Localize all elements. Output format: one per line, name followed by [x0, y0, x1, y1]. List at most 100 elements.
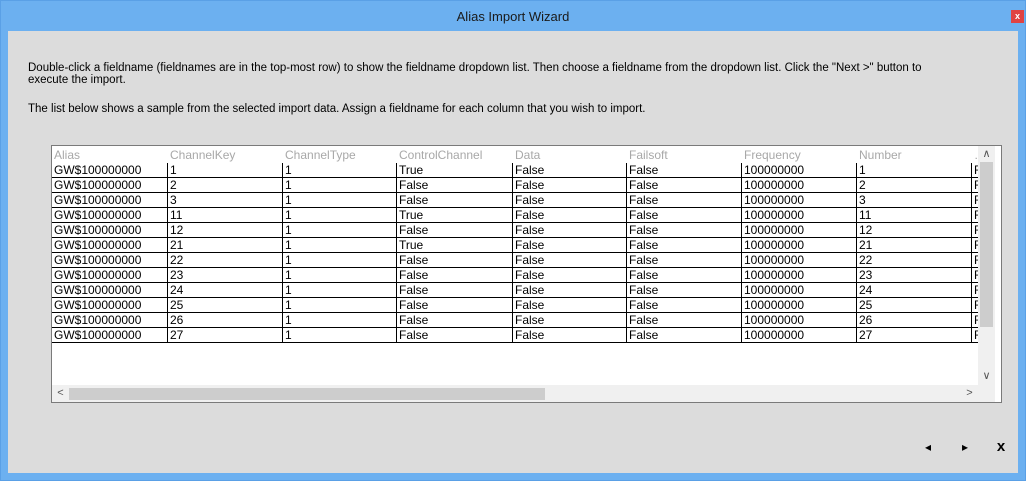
- table-cell: False: [627, 208, 742, 223]
- column-header[interactable]: ControlChannel: [397, 148, 513, 163]
- column-header[interactable]: Frequency: [742, 148, 857, 163]
- table-cell: 23: [857, 268, 972, 283]
- scrollbar-corner: [978, 385, 995, 402]
- table-cell: 2: [168, 178, 283, 193]
- table-cell: False: [513, 313, 627, 328]
- table-cell: 25: [857, 298, 972, 313]
- scroll-left-icon[interactable]: <: [52, 385, 69, 401]
- close-icon[interactable]: x: [1011, 10, 1024, 23]
- column-header[interactable]: Failsoft: [627, 148, 742, 163]
- table-cell: False: [627, 163, 742, 178]
- table-cell: False: [397, 178, 513, 193]
- scroll-right-icon[interactable]: >: [961, 385, 978, 401]
- table-cell: GW$100000000: [52, 253, 168, 268]
- table-cell: 25: [168, 298, 283, 313]
- table-cell: False: [397, 193, 513, 208]
- vertical-scroll-thumb[interactable]: [980, 162, 993, 327]
- back-button[interactable]: ◂: [918, 437, 938, 457]
- table-cell: 100000000: [742, 283, 857, 298]
- table-cell: True: [397, 208, 513, 223]
- table-cell: 1: [283, 163, 397, 178]
- table-cell: False: [513, 193, 627, 208]
- table-cell: 1: [283, 208, 397, 223]
- column-header[interactable]: ChannelKey: [168, 148, 283, 163]
- table-cell: True: [397, 163, 513, 178]
- table-cell: False: [627, 253, 742, 268]
- vertical-scrollbar[interactable]: ∧ ∨: [978, 146, 995, 385]
- table-cell: False: [513, 238, 627, 253]
- table-cell: False: [513, 223, 627, 238]
- table-cell: 12: [857, 223, 972, 238]
- table-cell: 21: [168, 238, 283, 253]
- table-cell: False: [513, 298, 627, 313]
- alias-import-wizard-window: Alias Import Wizard x Double-click a fie…: [0, 0, 1026, 481]
- table-cell: False: [627, 238, 742, 253]
- table-cell: 100000000: [742, 328, 857, 343]
- table-cell: 12: [168, 223, 283, 238]
- table-cell: 100000000: [742, 163, 857, 178]
- table-cell: 1: [283, 178, 397, 193]
- table-cell: GW$100000000: [52, 223, 168, 238]
- table-cell: True: [397, 238, 513, 253]
- table-cell: False: [397, 253, 513, 268]
- next-button[interactable]: ▸: [955, 437, 975, 457]
- table-cell: False: [627, 178, 742, 193]
- table-cell: False: [513, 163, 627, 178]
- table-cell: 100000000: [742, 178, 857, 193]
- table-cell: 1: [283, 283, 397, 298]
- table-cell: False: [627, 283, 742, 298]
- horizontal-scrollbar[interactable]: < >: [52, 385, 978, 402]
- table-cell: 26: [857, 313, 972, 328]
- column-header[interactable]: ChannelType: [283, 148, 397, 163]
- scroll-down-icon[interactable]: ∨: [978, 368, 995, 384]
- table-cell: 1: [283, 313, 397, 328]
- table-cell: 26: [168, 313, 283, 328]
- instruction-text-2: The list below shows a sample from the s…: [28, 103, 646, 115]
- column-header[interactable]: Alias: [52, 148, 168, 163]
- table-cell: 27: [857, 328, 972, 343]
- table-cell: 1: [283, 238, 397, 253]
- scroll-up-icon[interactable]: ∧: [978, 146, 995, 162]
- table-cell: 21: [857, 238, 972, 253]
- table-cell: 1: [283, 268, 397, 283]
- table-cell: 1: [283, 223, 397, 238]
- table-cell: False: [397, 298, 513, 313]
- cancel-button[interactable]: x: [991, 437, 1011, 457]
- table-cell: 1: [283, 193, 397, 208]
- table-cell: 1: [168, 163, 283, 178]
- column-header[interactable]: Number: [857, 148, 972, 163]
- table-cell: False: [627, 268, 742, 283]
- table-cell: False: [627, 223, 742, 238]
- table-cell: 24: [168, 283, 283, 298]
- table-cell: GW$100000000: [52, 238, 168, 253]
- table-cell: False: [513, 253, 627, 268]
- table-cell: GW$100000000: [52, 163, 168, 178]
- table-cell: False: [627, 298, 742, 313]
- table-cell: False: [397, 313, 513, 328]
- table-cell: 100000000: [742, 298, 857, 313]
- horizontal-scroll-thumb[interactable]: [69, 388, 545, 400]
- table-cell: 100000000: [742, 268, 857, 283]
- table-cell: GW$100000000: [52, 193, 168, 208]
- column-header[interactable]: Data: [513, 148, 627, 163]
- table-cell: GW$100000000: [52, 178, 168, 193]
- table-cell: 1: [283, 328, 397, 343]
- table-cell: False: [627, 328, 742, 343]
- table-cell: GW$100000000: [52, 283, 168, 298]
- table-cell: 100000000: [742, 208, 857, 223]
- table-cell: False: [397, 328, 513, 343]
- table-cell: 100000000: [742, 253, 857, 268]
- table-cell: 11: [168, 208, 283, 223]
- table-cell: False: [513, 283, 627, 298]
- window-title: Alias Import Wizard: [456, 9, 570, 24]
- table-cell: False: [397, 283, 513, 298]
- import-data-grid[interactable]: Alias ChannelKey ChannelType ControlChannel…: [51, 145, 1002, 403]
- table-cell: False: [627, 313, 742, 328]
- table-cell: 3: [168, 193, 283, 208]
- table-cell: 2: [857, 178, 972, 193]
- table-cell: False: [513, 268, 627, 283]
- table-cell: 3: [857, 193, 972, 208]
- table-cell: 1: [283, 253, 397, 268]
- table-cell: False: [513, 178, 627, 193]
- table-cell: 1: [283, 298, 397, 313]
